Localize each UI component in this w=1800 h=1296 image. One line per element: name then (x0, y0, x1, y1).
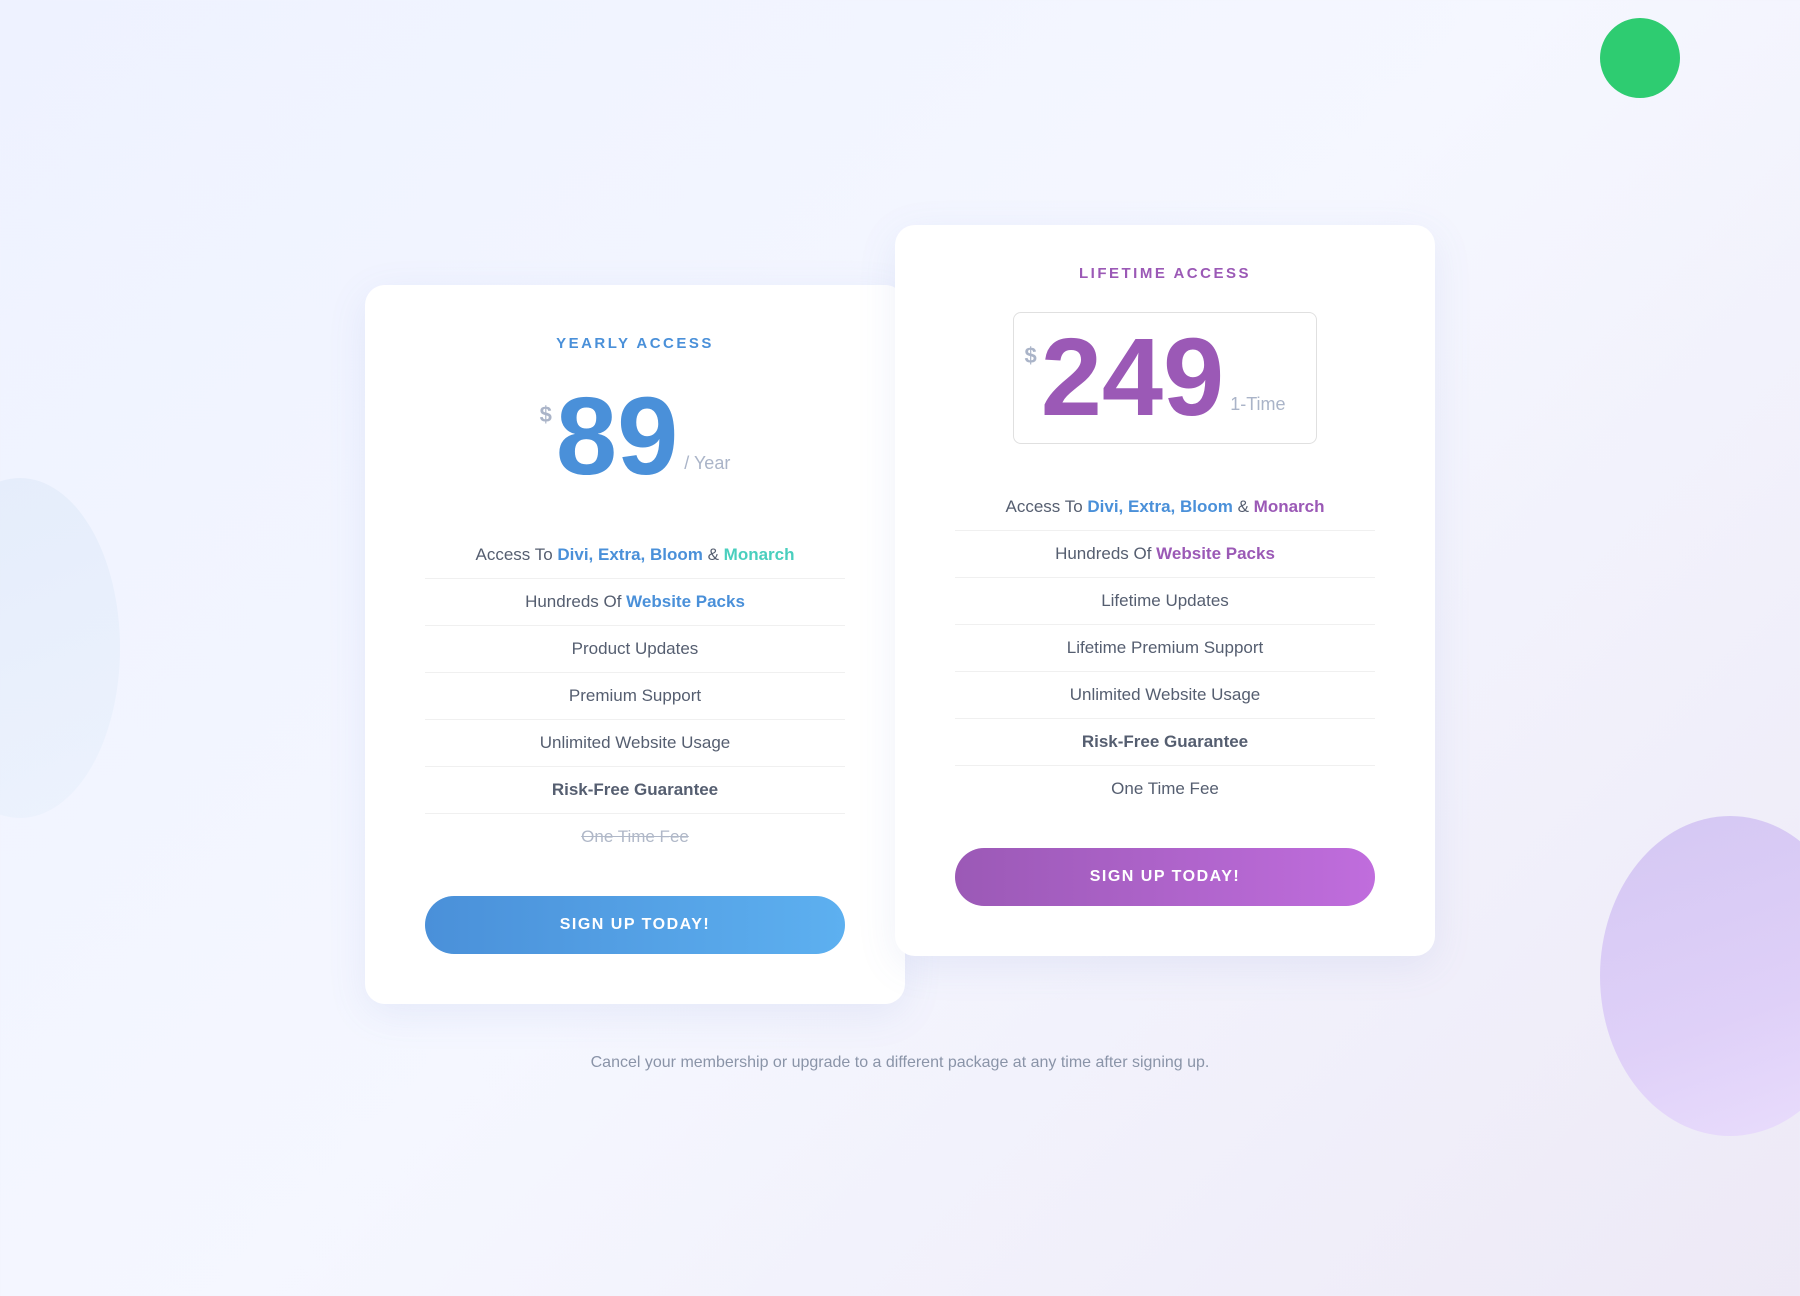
lifetime-dollar-sign: $ (1024, 343, 1036, 369)
lifetime-feature-updates: Lifetime Updates (955, 578, 1375, 625)
yearly-dollar-sign: $ (540, 402, 552, 428)
lifetime-features-list: Access To Divi, Extra, Bloom & Monarch H… (955, 484, 1375, 812)
yearly-signup-button[interactable]: SIGN UP TODAY! (425, 896, 845, 954)
lifetime-divi-extra-bloom: Divi, Extra, Bloom (1087, 497, 1232, 516)
lifetime-feature-access: Access To Divi, Extra, Bloom & Monarch (955, 484, 1375, 531)
lifetime-feature-guarantee: Risk-Free Guarantee (955, 719, 1375, 766)
lifetime-signup-button[interactable]: SIGN UP TODAY! (955, 848, 1375, 906)
footer-note: Cancel your membership or upgrade to a d… (450, 1054, 1350, 1072)
yearly-feature-packs: Hundreds Of Website Packs (425, 579, 845, 626)
yearly-price-number: 89 (556, 382, 678, 492)
green-decorative-circle (1600, 18, 1680, 98)
yearly-price-suffix: / Year (684, 453, 730, 474)
yearly-feature-onetime: One Time Fee (425, 814, 845, 860)
purple-decorative-circle (1600, 816, 1800, 1136)
yearly-divi-extra-bloom: Divi, Extra, Bloom (557, 545, 702, 564)
lifetime-feature-onetime: One Time Fee (955, 766, 1375, 812)
lifetime-feature-packs: Hundreds Of Website Packs (955, 531, 1375, 578)
left-decorative-circle (0, 478, 120, 818)
yearly-monarch: Monarch (724, 545, 795, 564)
yearly-feature-guarantee: Risk-Free Guarantee (425, 767, 845, 814)
yearly-website-packs: Website Packs (626, 592, 745, 611)
lifetime-plan-card: LIFETIME ACCESS $ 249 1-Time Access To D… (895, 225, 1435, 956)
yearly-plan-card: YEARLY ACCESS $ 89 / Year Access To Divi… (365, 285, 905, 1004)
yearly-features-list: Access To Divi, Extra, Bloom & Monarch H… (425, 532, 845, 860)
yearly-feature-usage: Unlimited Website Usage (425, 720, 845, 767)
lifetime-plan-label: LIFETIME ACCESS (955, 265, 1375, 282)
lifetime-monarch: Monarch (1254, 497, 1325, 516)
yearly-plan-label: YEARLY ACCESS (425, 335, 845, 352)
yearly-feature-updates: Product Updates (425, 626, 845, 673)
lifetime-price-suffix: 1-Time (1230, 394, 1285, 415)
lifetime-feature-usage: Unlimited Website Usage (955, 672, 1375, 719)
yearly-price-container: $ 89 / Year (425, 382, 845, 492)
lifetime-feature-support: Lifetime Premium Support (955, 625, 1375, 672)
lifetime-price-number: 249 (1041, 323, 1225, 433)
lifetime-website-packs: Website Packs (1156, 544, 1275, 563)
lifetime-price-box: $ 249 1-Time (1013, 312, 1316, 444)
yearly-feature-access: Access To Divi, Extra, Bloom & Monarch (425, 532, 845, 579)
pricing-wrapper: YEARLY ACCESS $ 89 / Year Access To Divi… (300, 225, 1500, 1004)
yearly-feature-support: Premium Support (425, 673, 845, 720)
